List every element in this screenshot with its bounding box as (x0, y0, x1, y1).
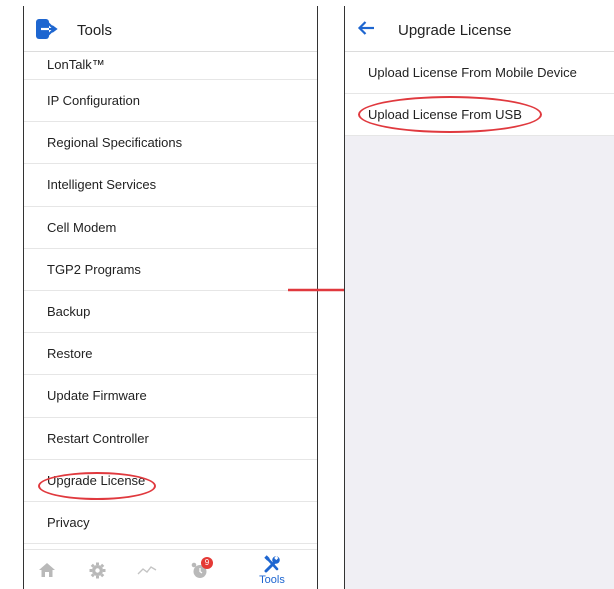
tools-screen: Tools LonTalk™ IP Configuration Regional… (24, 0, 317, 589)
page-title: Upgrade License (398, 22, 512, 39)
menu-item-tgp2-programs[interactable]: TGP2 Programs (24, 249, 317, 291)
menu-item-privacy[interactable]: Privacy (24, 502, 317, 545)
menu-item-ip-configuration[interactable]: IP Configuration (24, 80, 317, 123)
back-arrow-icon[interactable] (357, 20, 375, 36)
upload-license-usb-option[interactable]: Upload License From USB (345, 94, 614, 136)
menu-item-label: Restore (47, 346, 93, 362)
alarm-count-badge: 9 (201, 557, 213, 569)
exit-icon[interactable] (36, 19, 58, 39)
tools-icon (264, 554, 280, 572)
menu-item-restart-controller[interactable]: Restart Controller (24, 418, 317, 460)
menu-item-lontalk[interactable]: LonTalk™ (24, 52, 317, 80)
menu-item-backup[interactable]: Backup (24, 291, 317, 334)
gear-icon (89, 562, 105, 578)
menu-item-label: Upgrade License (47, 472, 146, 488)
nav-tools[interactable]: Tools (252, 550, 292, 589)
menu-item-label: Cell Modem (47, 219, 117, 235)
menu-item-update-firmware[interactable]: Update Firmware (24, 375, 317, 418)
nav-alarms[interactable]: 9 (180, 550, 220, 589)
menu-item-upgrade-license[interactable]: Upgrade License (24, 460, 317, 502)
menu-item-label: Update Firmware (47, 388, 147, 404)
nav-home[interactable] (32, 550, 62, 589)
menu-item-label: IP Configuration (47, 93, 140, 109)
menu-item-label: LonTalk™ (47, 57, 105, 72)
option-label: Upload License From USB (368, 107, 522, 122)
menu-item-regional-specifications[interactable]: Regional Specifications (24, 122, 317, 165)
menu-item-label: Restart Controller (47, 430, 149, 446)
menu-item-label: Backup (47, 304, 91, 320)
trend-icon (137, 566, 157, 575)
menu-item-cell-modem[interactable]: Cell Modem (24, 207, 317, 249)
bottom-nav: 9 Tools (24, 549, 317, 589)
upgrade-license-header: Upgrade License (345, 0, 614, 52)
menu-item-label: Regional Specifications (47, 135, 183, 151)
menu-item-intelligent-services[interactable]: Intelligent Services (24, 164, 317, 207)
page-title: Tools (77, 22, 113, 39)
upgrade-license-screen: Upgrade License Upload License From Mobi… (345, 0, 614, 589)
menu-item-label: TGP2 Programs (47, 261, 141, 277)
nav-settings[interactable] (82, 550, 112, 589)
menu-item-restore[interactable]: Restore (24, 333, 317, 376)
tools-menu: LonTalk™ IP Configuration Regional Speci… (24, 52, 317, 545)
nav-trends[interactable] (132, 550, 162, 589)
home-icon (39, 563, 55, 577)
menu-item-label: Privacy (47, 514, 90, 530)
menu-item-label: Intelligent Services (47, 177, 157, 193)
option-label: Upload License From Mobile Device (368, 65, 577, 80)
nav-tools-label: Tools (259, 573, 285, 586)
tools-header: Tools (24, 0, 317, 52)
upload-license-mobile-option[interactable]: Upload License From Mobile Device (345, 52, 614, 94)
